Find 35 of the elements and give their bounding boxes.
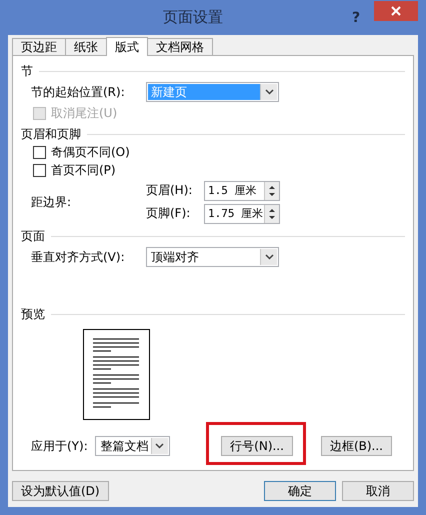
chevron-down-icon: [155, 443, 164, 449]
dropdown[interactable]: 整篇文档: [95, 436, 170, 456]
tab[interactable]: 文档网格: [147, 38, 213, 55]
tab[interactable]: 纸张: [65, 38, 107, 55]
field-label: 节的起始位置(R):: [31, 84, 126, 100]
dialog-button[interactable]: 行号(N)...: [221, 436, 293, 456]
field-label: 页脚(F):: [146, 205, 192, 222]
set-default-button[interactable]: 设为默认值(D): [12, 481, 109, 501]
help-button[interactable]: ?: [338, 6, 374, 28]
chevron-down-icon: [264, 89, 274, 95]
spin-field[interactable]: 1.75 厘米: [204, 204, 280, 224]
section-heading: 预览: [21, 306, 45, 322]
checkbox-label: 奇偶页不同(O): [51, 144, 130, 160]
window-title: 页面设置: [162, 8, 224, 27]
spin-field[interactable]: 1.5 厘米: [204, 180, 280, 200]
field-label: 距边界:: [31, 194, 72, 210]
section-heading: 页面: [21, 228, 45, 244]
section-heading: 节: [21, 62, 33, 80]
close-button[interactable]: [374, 0, 418, 20]
tab[interactable]: 版式: [106, 37, 148, 56]
close-icon: [391, 6, 401, 16]
field-label: 垂直对齐方式(V):: [31, 248, 126, 266]
chevron-down-icon: [264, 254, 274, 260]
checkbox-label: 首页不同(P): [51, 162, 116, 178]
field-label: 应用于(Y):: [31, 438, 89, 454]
section-heading: 页眉和页脚: [21, 126, 81, 142]
field-label: 页眉(H):: [146, 182, 194, 199]
checkbox-label: 取消尾注(U): [51, 104, 118, 122]
dialog-button[interactable]: 取消: [342, 481, 414, 501]
dialog-button[interactable]: 边框(B)...: [320, 436, 392, 456]
tab[interactable]: 页边距: [12, 38, 66, 55]
dropdown[interactable]: 顶端对齐: [146, 247, 279, 267]
checkbox[interactable]: [33, 146, 46, 158]
checkbox[interactable]: [33, 164, 46, 176]
dialog-button[interactable]: 确定: [264, 481, 336, 501]
